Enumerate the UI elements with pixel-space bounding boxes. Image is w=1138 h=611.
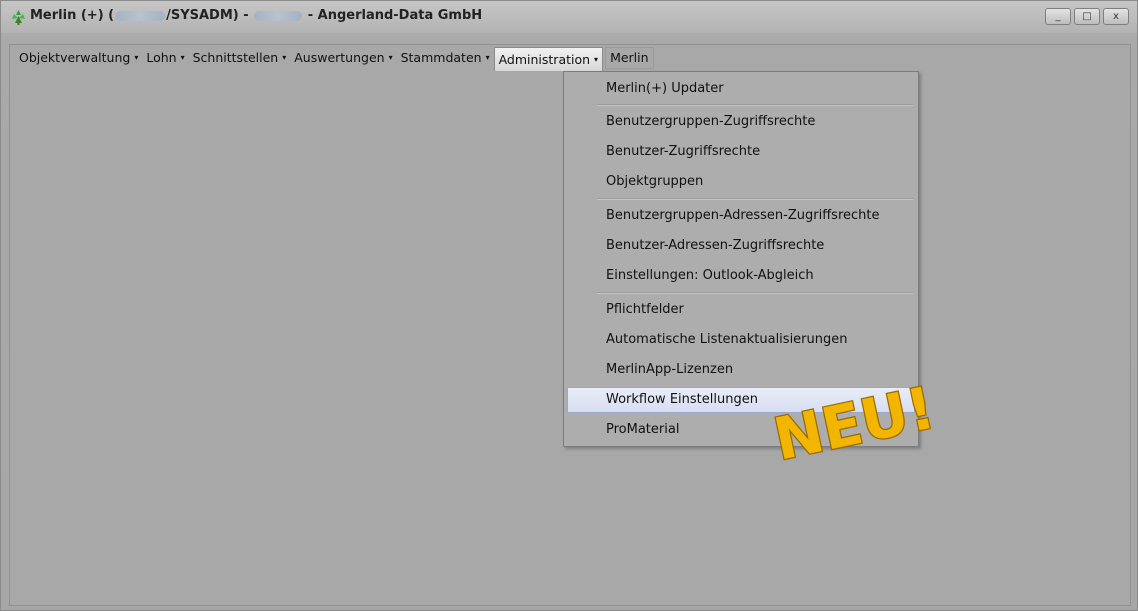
chevron-down-icon: ▾ — [180, 53, 185, 62]
menu-item-listenaktualisierungen[interactable]: Automatische Listenaktualisierungen — [567, 327, 915, 353]
menu-objektverwaltung[interactable]: Objektverwaltung ▾ — [15, 47, 142, 69]
menu-bar: Objektverwaltung ▾ Lohn ▾ Schnittstellen ▾ … — [9, 45, 1131, 71]
menu-separator — [597, 198, 913, 200]
minimize-button[interactable]: _ — [1045, 8, 1071, 25]
menu-item-outlook-abgleich[interactable]: Einstellungen: Outlook-Abgleich — [567, 263, 915, 289]
chevron-down-icon: ▾ — [388, 53, 393, 62]
menu-separator — [597, 292, 913, 294]
menu-separator — [597, 104, 913, 106]
menu-administration[interactable]: Administration ▾ — [493, 47, 604, 71]
chevron-down-icon: ▾ — [594, 54, 599, 64]
menu-stammdaten[interactable]: Stammdaten ▾ — [397, 47, 494, 69]
menu-item-benutzergruppen-adressen-zugriffsrechte[interactable]: Benutzergruppen-Adressen-Zugriffsrechte — [567, 203, 915, 229]
window-title: Merlin (+) (/SYSADM) - - Angerland-Data … — [30, 8, 483, 23]
menu-item-pflichtfelder[interactable]: Pflichtfelder — [567, 297, 915, 323]
redacted-text — [254, 10, 303, 21]
menu-merlin[interactable]: Merlin — [605, 47, 654, 69]
maximize-button[interactable]: □ — [1074, 8, 1100, 25]
close-button[interactable]: x — [1103, 8, 1129, 25]
menu-item-benutzergruppen-zugriffsrechte[interactable]: Benutzergruppen-Zugriffsrechte — [567, 109, 915, 135]
merlin-app-icon — [12, 10, 25, 25]
chevron-down-icon: ▾ — [282, 53, 287, 62]
neu-badge: NEU! — [767, 372, 942, 462]
menu-item-benutzer-adressen-zugriffsrechte[interactable]: Benutzer-Adressen-Zugriffsrechte — [567, 233, 915, 259]
neu-badge-text: NEU! — [768, 374, 940, 462]
redacted-text — [115, 10, 166, 21]
menu-item-benutzer-zugriffsrechte[interactable]: Benutzer-Zugriffsrechte — [567, 139, 915, 165]
menu-schnittstellen[interactable]: Schnittstellen ▾ — [189, 47, 291, 69]
menu-item-objektgruppen[interactable]: Objektgruppen — [567, 169, 915, 195]
chevron-down-icon: ▾ — [485, 53, 490, 62]
menu-item-merlin-updater[interactable]: Merlin(+) Updater — [567, 76, 915, 102]
chevron-down-icon: ▾ — [134, 53, 139, 62]
menu-lohn[interactable]: Lohn ▾ — [142, 47, 188, 69]
menu-auswertungen[interactable]: Auswertungen ▾ — [290, 47, 396, 69]
title-bar[interactable]: Merlin (+) (/SYSADM) - - Angerland-Data … — [1, 1, 1137, 33]
